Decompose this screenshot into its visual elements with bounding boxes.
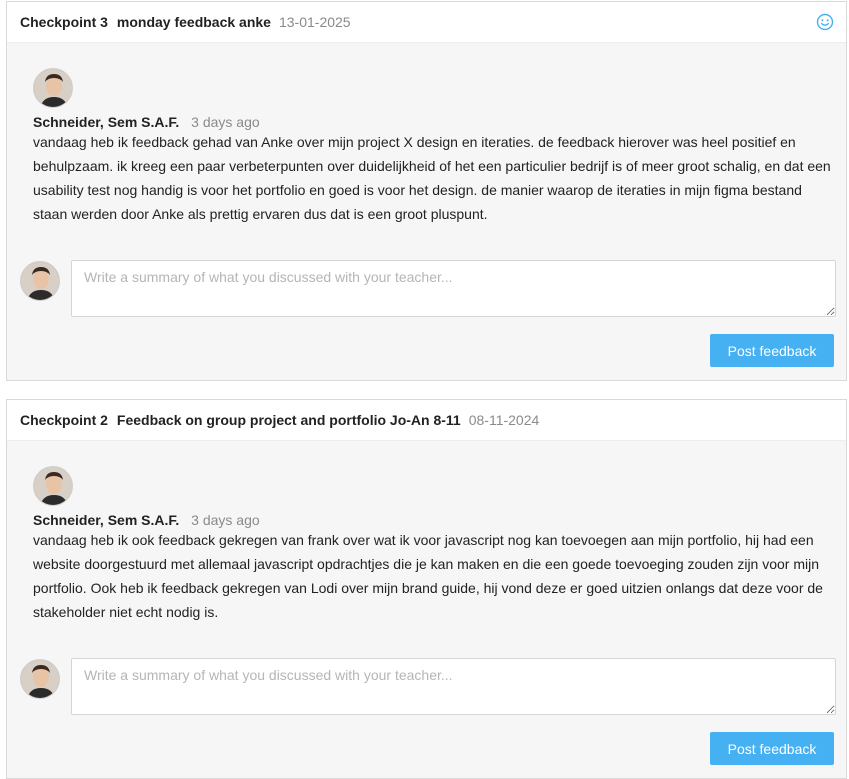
checkpoint-header: Checkpoint 2 Feedback on group project a… <box>7 400 846 441</box>
comment-text: vandaag heb ik feedback gehad van Anke o… <box>33 134 831 222</box>
post-feedback-button[interactable]: Post feedback <box>710 732 834 765</box>
checkpoint-label: Checkpoint 3 <box>20 14 108 30</box>
checkpoint-title: monday feedback anke <box>116 14 271 30</box>
avatar <box>33 68 73 108</box>
checkpoint-date: 13-01-2025 <box>278 14 351 30</box>
checkpoint-title: Feedback on group project and portfolio … <box>116 412 461 428</box>
checkpoint-header: Checkpoint 3 monday feedback anke 13-01-… <box>7 2 846 43</box>
avatar <box>33 466 73 506</box>
feedback-comment: Schneider, Sem S.A.F. 3 days ago vandaag… <box>33 466 843 624</box>
smiley-icon[interactable] <box>816 13 834 31</box>
checkpoint-card: Checkpoint 2 Feedback on group project a… <box>6 399 847 779</box>
comment-time: 3 days ago <box>191 512 260 528</box>
checkpoint-label: Checkpoint 2 <box>20 412 108 428</box>
checkpoint-date: 08-11-2024 <box>468 412 540 428</box>
feedback-comment: Schneider, Sem S.A.F. 3 days ago vandaag… <box>33 68 843 226</box>
summary-input[interactable] <box>71 658 836 715</box>
checkpoint-card: Checkpoint 3 monday feedback anke 13-01-… <box>6 1 847 381</box>
comment-time: 3 days ago <box>191 114 260 130</box>
comment-text: vandaag heb ik ook feedback gekregen van… <box>33 532 823 620</box>
avatar <box>20 659 60 699</box>
post-feedback-button[interactable]: Post feedback <box>710 334 834 367</box>
comment-author: Schneider, Sem S.A.F. <box>33 512 180 528</box>
summary-input[interactable] <box>71 260 836 317</box>
comment-meta: Schneider, Sem S.A.F. 3 days ago <box>33 114 843 130</box>
comment-author: Schneider, Sem S.A.F. <box>33 114 180 130</box>
avatar <box>20 261 60 301</box>
comment-meta: Schneider, Sem S.A.F. 3 days ago <box>33 512 843 528</box>
